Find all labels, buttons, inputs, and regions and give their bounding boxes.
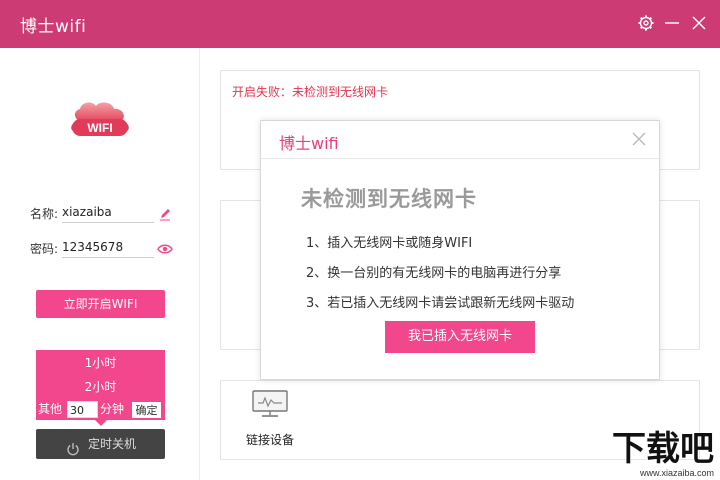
svg-text:www.xiazaiba.com: www.xiazaiba.com bbox=[639, 468, 714, 478]
dialog-step-3: 3、若已插入无线网卡请尝试跟新无线网卡驱动 bbox=[306, 296, 575, 311]
dialog-heading: 未检测到无线网卡 bbox=[301, 187, 477, 211]
dialog-close-icon[interactable] bbox=[631, 131, 647, 147]
card-inserted-button[interactable]: 我已插入无线网卡 bbox=[385, 321, 535, 353]
name-label: 名称: bbox=[30, 207, 59, 221]
app-title: 博士wifi bbox=[20, 17, 87, 37]
timer-caret bbox=[95, 420, 107, 426]
timer-option-2h[interactable]: 2小时 bbox=[36, 378, 165, 395]
close-icon[interactable] bbox=[689, 13, 709, 33]
pencil-icon[interactable] bbox=[158, 206, 172, 221]
wifi-cloud-logo: WIFI bbox=[68, 101, 132, 141]
title-bar: 博士wifi bbox=[0, 0, 720, 48]
password-field[interactable]: 12345678 bbox=[62, 240, 154, 258]
svg-text:WIFI: WIFI bbox=[87, 121, 112, 135]
eye-icon[interactable] bbox=[157, 241, 173, 255]
devices-label: 链接设备 bbox=[246, 433, 295, 447]
svg-text:下载吧: 下载吧 bbox=[612, 429, 714, 469]
minimize-icon[interactable] bbox=[662, 13, 682, 33]
timer-panel: 1小时 2小时 其他 30 分钟 确定 bbox=[36, 350, 165, 420]
left-panel: WIFI 名称: xiazaiba 密码: 12345678 立即开启WIFI … bbox=[0, 48, 200, 480]
timer-option-1h[interactable]: 1小时 bbox=[36, 354, 165, 371]
dialog-step-1: 1、插入无线网卡或随身WIFI bbox=[306, 236, 473, 251]
dialog-header: 博士wifi bbox=[261, 121, 659, 159]
password-label: 密码: bbox=[30, 242, 59, 256]
site-watermark: 下载吧 www.xiazaiba.com bbox=[584, 420, 720, 480]
power-icon bbox=[66, 437, 80, 456]
gear-icon[interactable] bbox=[636, 13, 656, 33]
dialog-step-2: 2、换一台别的有无线网卡的电脑再进行分享 bbox=[306, 266, 562, 281]
start-wifi-button[interactable]: 立即开启WIFI bbox=[36, 290, 165, 318]
shutdown-label: 定时关机 bbox=[88, 437, 137, 451]
no-wireless-card-dialog: 博士wifi 未检测到无线网卡 1、插入无线网卡或随身WIFI 2、换一台别的有… bbox=[260, 120, 660, 380]
timer-minutes-input[interactable]: 30 bbox=[67, 401, 98, 418]
timer-confirm-button[interactable]: 确定 bbox=[131, 401, 162, 419]
monitor-icon bbox=[251, 389, 289, 419]
timer-unit-label: 分钟 bbox=[100, 402, 125, 416]
name-field[interactable]: xiazaiba bbox=[62, 205, 154, 223]
shutdown-timer-button[interactable]: 定时关机 bbox=[36, 429, 165, 459]
timer-other-label: 其他 bbox=[38, 402, 63, 416]
dialog-title: 博士wifi bbox=[279, 134, 339, 153]
status-message: 开启失败：未检测到无线网卡 bbox=[232, 85, 389, 99]
